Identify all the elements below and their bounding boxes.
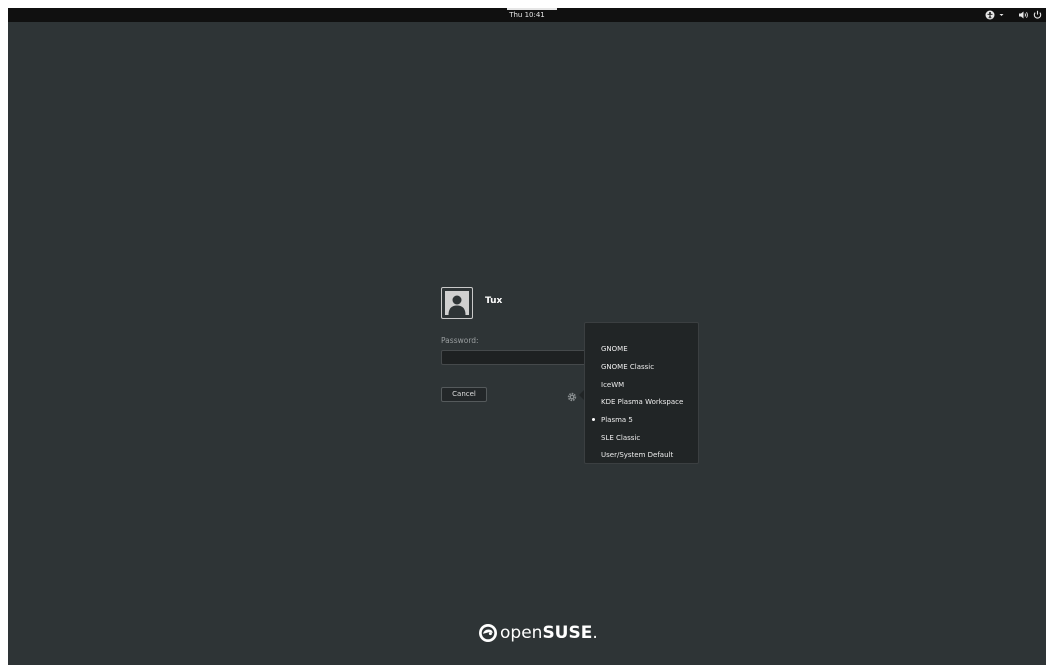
brand-word-open: open xyxy=(500,623,543,643)
menu-item-label: IceWM xyxy=(601,381,625,389)
cancel-button[interactable]: Cancel xyxy=(441,387,487,402)
selected-dot-icon xyxy=(592,418,595,421)
chevron-down-icon[interactable] xyxy=(997,10,1006,20)
username: Tux xyxy=(485,296,503,306)
menu-item-label: SLE Classic xyxy=(601,434,641,442)
session-item-icewm[interactable]: IceWM xyxy=(601,380,624,390)
top-bar: Thu 10:41 xyxy=(8,8,1046,22)
password-input[interactable] xyxy=(441,350,589,365)
clock[interactable]: Thu 10:41 xyxy=(8,9,1046,21)
session-item-plasma-5[interactable]: Plasma 5 xyxy=(592,415,633,425)
menu-item-label: Plasma 5 xyxy=(601,416,633,424)
accessibility-icon[interactable] xyxy=(985,10,995,20)
session-item-kde-plasma-workspace[interactable]: KDE Plasma Workspace xyxy=(601,397,683,407)
gear-icon[interactable] xyxy=(566,388,578,402)
session-menu: GNOME GNOME Classic IceWM KDE Plasma Wor… xyxy=(584,322,699,464)
user-silhouette-icon xyxy=(445,291,469,315)
power-icon[interactable] xyxy=(1032,10,1043,20)
session-item-gnome-classic[interactable]: GNOME Classic xyxy=(601,362,654,372)
avatar xyxy=(441,287,473,319)
password-label: Password: xyxy=(441,336,479,345)
menu-item-label: GNOME xyxy=(601,345,628,353)
chameleon-icon xyxy=(479,624,497,642)
menu-item-label: KDE Plasma Workspace xyxy=(601,398,684,406)
volume-icon[interactable] xyxy=(1018,10,1030,20)
session-item-gnome[interactable]: GNOME xyxy=(601,344,628,354)
brand-wordmark: openSUSE. xyxy=(500,623,598,643)
opensuse-logo: openSUSE. xyxy=(478,621,598,645)
session-item-user-system-default[interactable]: User/System Default xyxy=(601,450,673,460)
login-screen: Thu 10:41 Tux Password: Cancel GNOME GNO… xyxy=(8,8,1046,665)
brand-suffix: . xyxy=(592,623,598,643)
menu-item-label: GNOME Classic xyxy=(601,363,655,371)
system-tray[interactable] xyxy=(985,8,1043,22)
menu-item-label: User/System Default xyxy=(601,451,674,459)
brand-word-suse: SUSE xyxy=(542,623,593,643)
session-item-sle-classic[interactable]: SLE Classic xyxy=(601,433,640,443)
